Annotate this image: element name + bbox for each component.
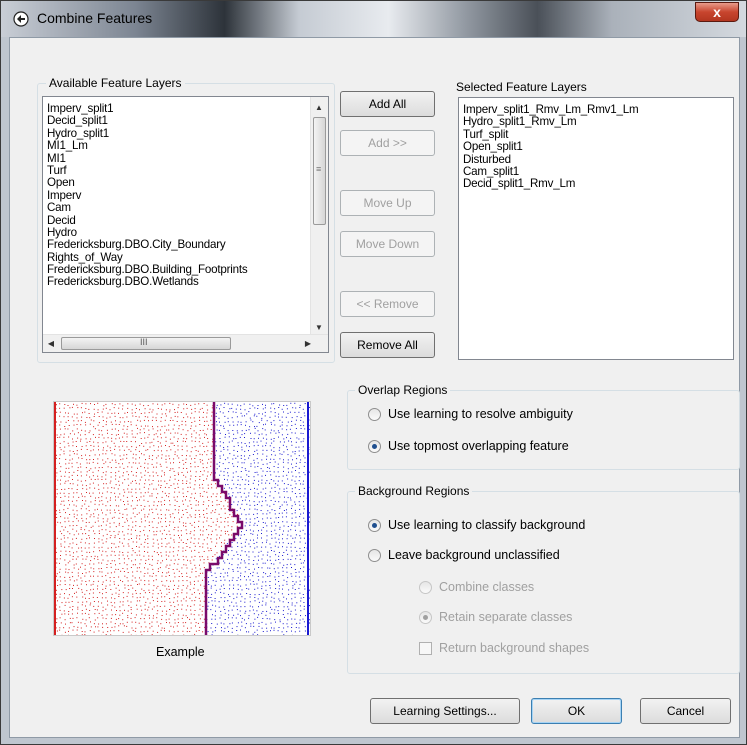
learning-settings-button[interactable]: Learning Settings... bbox=[370, 698, 520, 724]
scroll-left-arrow-icon[interactable]: ◀ bbox=[43, 339, 59, 348]
available-layers-items: Imperv_split1 Decid_split1 Hydro_split1 MI1… bbox=[43, 97, 328, 289]
move-down-button[interactable]: Move Down bbox=[340, 231, 435, 257]
available-layer-item[interactable]: Decid bbox=[43, 214, 328, 227]
scroll-down-arrow-icon[interactable]: ▼ bbox=[311, 323, 327, 332]
overlap-option-learning-radio[interactable] bbox=[368, 408, 381, 421]
combine-classes-label[interactable]: Combine classes bbox=[439, 580, 534, 594]
close-icon: x bbox=[713, 4, 721, 20]
available-layer-item[interactable]: Fredericksburg.DBO.City_Boundary bbox=[43, 239, 328, 251]
app-icon bbox=[13, 11, 29, 27]
overlap-option-topmost-label[interactable]: Use topmost overlapping feature bbox=[388, 439, 569, 453]
selected-layers-list[interactable]: Imperv_split1_Rmv_Lm_Rmv1_Lm Hydro_split1… bbox=[458, 97, 734, 360]
overlap-regions-label: Overlap Regions bbox=[355, 383, 451, 397]
selected-layers-label: Selected Feature Layers bbox=[456, 80, 587, 94]
scroll-up-arrow-icon[interactable]: ▲ bbox=[311, 103, 327, 112]
selected-layer-item[interactable]: Open_split1 bbox=[459, 140, 733, 153]
scroll-right-arrow-icon[interactable]: ▶ bbox=[300, 339, 316, 348]
grip-icon: ≡ bbox=[316, 164, 322, 174]
title-bar[interactable]: Combine Features x bbox=[1, 1, 746, 37]
combine-classes-radio[interactable] bbox=[419, 581, 432, 594]
dialog-body: Available Feature Layers Imperv_split1 De… bbox=[9, 37, 740, 738]
available-layer-item[interactable]: Open bbox=[43, 177, 328, 189]
available-layer-item[interactable]: MI1_Lm bbox=[43, 139, 328, 152]
available-vertical-scrollbar[interactable]: ▲ ≡ ▼ bbox=[310, 97, 328, 336]
cancel-button[interactable]: Cancel bbox=[640, 698, 731, 724]
background-option-learning-label[interactable]: Use learning to classify background bbox=[388, 518, 585, 532]
background-option-learning-radio[interactable] bbox=[368, 519, 381, 532]
available-layer-item[interactable]: Cam bbox=[43, 201, 328, 214]
ok-button[interactable]: OK bbox=[531, 698, 622, 724]
background-option-unclassified-label[interactable]: Leave background unclassified bbox=[388, 548, 560, 562]
add-all-button[interactable]: Add All bbox=[340, 91, 435, 117]
selected-layer-item[interactable]: Hydro_split1_Rmv_Lm bbox=[459, 116, 733, 128]
overlap-option-learning-label[interactable]: Use learning to resolve ambiguity bbox=[388, 407, 573, 421]
available-horizontal-scrollbar[interactable]: ◀ III ▶ bbox=[43, 334, 328, 352]
return-background-shapes-label[interactable]: Return background shapes bbox=[439, 641, 589, 655]
example-preview bbox=[53, 401, 311, 636]
available-layer-item[interactable]: Decid_split1 bbox=[43, 115, 328, 127]
background-regions-label: Background Regions bbox=[355, 484, 473, 498]
background-option-unclassified-radio[interactable] bbox=[368, 549, 381, 562]
retain-separate-classes-radio[interactable] bbox=[419, 611, 432, 624]
available-layers-list[interactable]: Imperv_split1 Decid_split1 Hydro_split1 MI1… bbox=[42, 96, 329, 353]
overlap-option-topmost-radio[interactable] bbox=[368, 440, 381, 453]
remove-button[interactable]: << Remove bbox=[340, 291, 435, 317]
return-background-shapes-checkbox[interactable] bbox=[419, 642, 432, 655]
selected-layers-items: Imperv_split1_Rmv_Lm_Rmv1_Lm Hydro_split1… bbox=[459, 98, 733, 191]
example-image bbox=[54, 402, 310, 635]
window-title: Combine Features bbox=[37, 10, 153, 26]
example-label: Example bbox=[156, 645, 205, 659]
available-layer-item[interactable]: Fredericksburg.DBO.Wetlands bbox=[43, 276, 328, 288]
scroll-thumb-horizontal[interactable]: III bbox=[61, 337, 231, 350]
move-up-button[interactable]: Move Up bbox=[340, 190, 435, 216]
grip-icon: III bbox=[140, 337, 148, 347]
combine-features-window: Combine Features x Available Feature Lay… bbox=[0, 0, 747, 745]
close-button[interactable]: x bbox=[695, 2, 739, 22]
available-layer-item[interactable]: MI1 bbox=[43, 152, 328, 165]
available-layers-label: Available Feature Layers bbox=[46, 76, 185, 90]
overlap-regions-group bbox=[347, 390, 740, 470]
available-layer-item[interactable]: Imperv bbox=[43, 189, 328, 202]
remove-all-button[interactable]: Remove All bbox=[340, 332, 435, 358]
selected-layer-item[interactable]: Decid_split1_Rmv_Lm bbox=[459, 178, 733, 190]
retain-separate-classes-label[interactable]: Retain separate classes bbox=[439, 610, 572, 624]
add-button[interactable]: Add >> bbox=[340, 130, 435, 156]
scroll-thumb-vertical[interactable]: ≡ bbox=[313, 117, 326, 225]
available-layer-item[interactable]: Turf bbox=[43, 164, 328, 177]
